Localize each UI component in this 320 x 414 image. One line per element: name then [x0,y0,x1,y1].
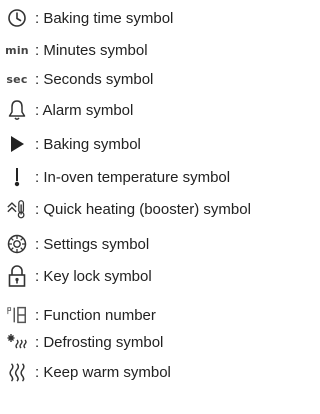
legend-label: : Baking time symbol [35,9,174,27]
legend-label: : Settings symbol [35,235,150,253]
legend-row-settings: : Settings symbol [0,230,149,258]
in-oven-temperature-icon [6,166,28,188]
legend-row-key-lock: : Key lock symbol [0,262,152,290]
legend-row-baking-time: : Baking time symbol [0,4,173,32]
baking-icon [6,133,28,155]
legend-row-seconds: sec : Seconds symbol [0,65,153,93]
seconds-icon-text: sec [6,72,28,86]
legend-label: : Alarm symbol [35,101,134,119]
minutes-icon: min [5,39,29,61]
legend-row-alarm: : Alarm symbol [0,96,133,124]
legend-row-minutes: min : Minutes symbol [0,36,148,64]
baking-time-icon [6,7,28,29]
legend-row-defrosting: : Defrosting symbol [0,328,163,356]
legend-row-function-number: : Function number [0,301,156,329]
legend-row-baking: : Baking symbol [0,130,141,158]
legend-row-in-oven-temperature: : In-oven temperature symbol [0,163,230,191]
legend-label: : Minutes symbol [35,41,148,59]
defrosting-icon [6,331,28,353]
legend-row-quick-heating: : Quick heating (booster) symbol [0,195,251,223]
legend-label: : Key lock symbol [35,267,152,285]
keep-warm-icon [6,361,28,383]
settings-icon [6,233,28,255]
legend-label: : Baking symbol [35,135,141,153]
legend-label: : In-oven temperature symbol [35,168,231,186]
minutes-icon-text: min [5,43,29,57]
legend-label: : Quick heating (booster) symbol [35,200,251,218]
function-number-icon [6,304,28,326]
symbol-legend: : Baking time symbol min : Minutes symbo… [0,0,318,414]
legend-label: : Keep warm symbol [35,363,171,381]
legend-label: : Defrosting symbol [35,333,164,351]
legend-label: : Function number [35,306,156,324]
alarm-icon [6,99,28,121]
legend-row-keep-warm: : Keep warm symbol [0,358,171,386]
quick-heating-icon [6,198,28,220]
legend-label: : Seconds symbol [35,70,154,88]
key-lock-icon [6,265,28,287]
seconds-icon: sec [6,68,28,90]
